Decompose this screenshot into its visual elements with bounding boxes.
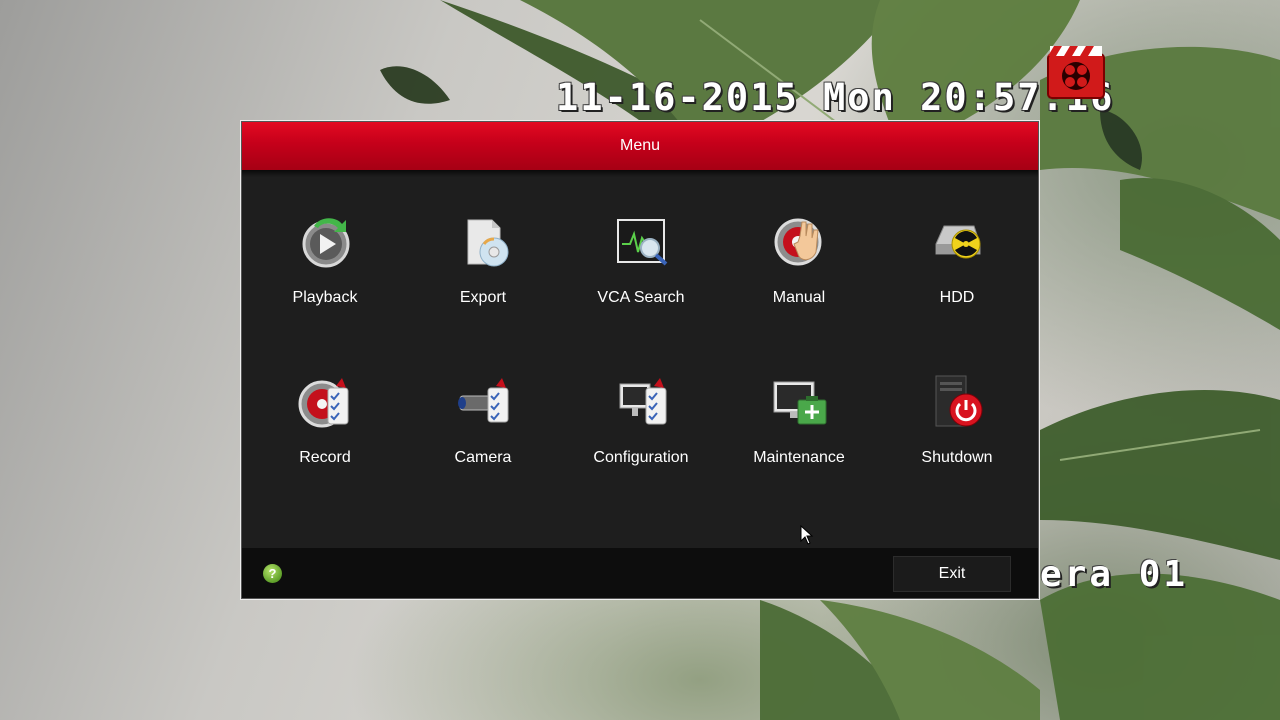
menu-item-camera[interactable]: Camera [408,374,558,494]
menu-item-hdd[interactable]: HDD [882,214,1032,334]
camera-icon [458,378,509,423]
menu-item-manual[interactable]: Manual [724,214,874,334]
menu-item-label: Shutdown [921,449,993,466]
menu-dialog: Menu Playback Export VCA Search Manual H… [241,121,1039,599]
export-icon [467,219,509,267]
menu-footer: ? Exit [242,548,1038,598]
menu-item-label: VCA Search [597,289,685,306]
menu-item-export[interactable]: Export [408,214,558,334]
playback-icon [302,218,350,268]
manual-icon [774,218,822,266]
vca-search-icon [617,219,668,266]
osd-datetime: 11-16-2015 Mon 20:57:16 [556,76,1115,119]
menu-item-label: Camera [454,449,512,466]
recording-icon [1047,46,1105,99]
maintenance-icon [773,381,827,425]
menu-item-label: Configuration [593,449,689,466]
menu-item-label: Manual [772,289,826,306]
shutdown-icon [935,375,983,427]
help-icon[interactable]: ? [263,564,282,583]
configuration-icon [619,378,667,425]
hdd-icon [935,225,981,259]
menu-item-label: Maintenance [753,449,845,466]
menu-item-record[interactable]: Record [250,374,400,494]
menu-item-label: Record [299,449,351,466]
mouse-cursor-icon [800,525,814,545]
titlebar-divider [242,170,1038,177]
menu-item-shutdown[interactable]: Shutdown [882,374,1032,494]
menu-item-label: Export [459,289,507,306]
menu-item-maintenance[interactable]: Maintenance [724,374,874,494]
record-icon [298,378,349,428]
menu-item-label: Playback [292,289,358,306]
menu-item-vca-search[interactable]: VCA Search [566,214,716,334]
menu-item-playback[interactable]: Playback [250,214,400,334]
menu-title: Menu [619,137,661,154]
menu-item-configuration[interactable]: Configuration [566,374,716,494]
osd-camera-name: era 01 [1040,554,1189,595]
menu-item-label: HDD [939,289,975,306]
exit-button[interactable]: Exit [893,556,1011,592]
